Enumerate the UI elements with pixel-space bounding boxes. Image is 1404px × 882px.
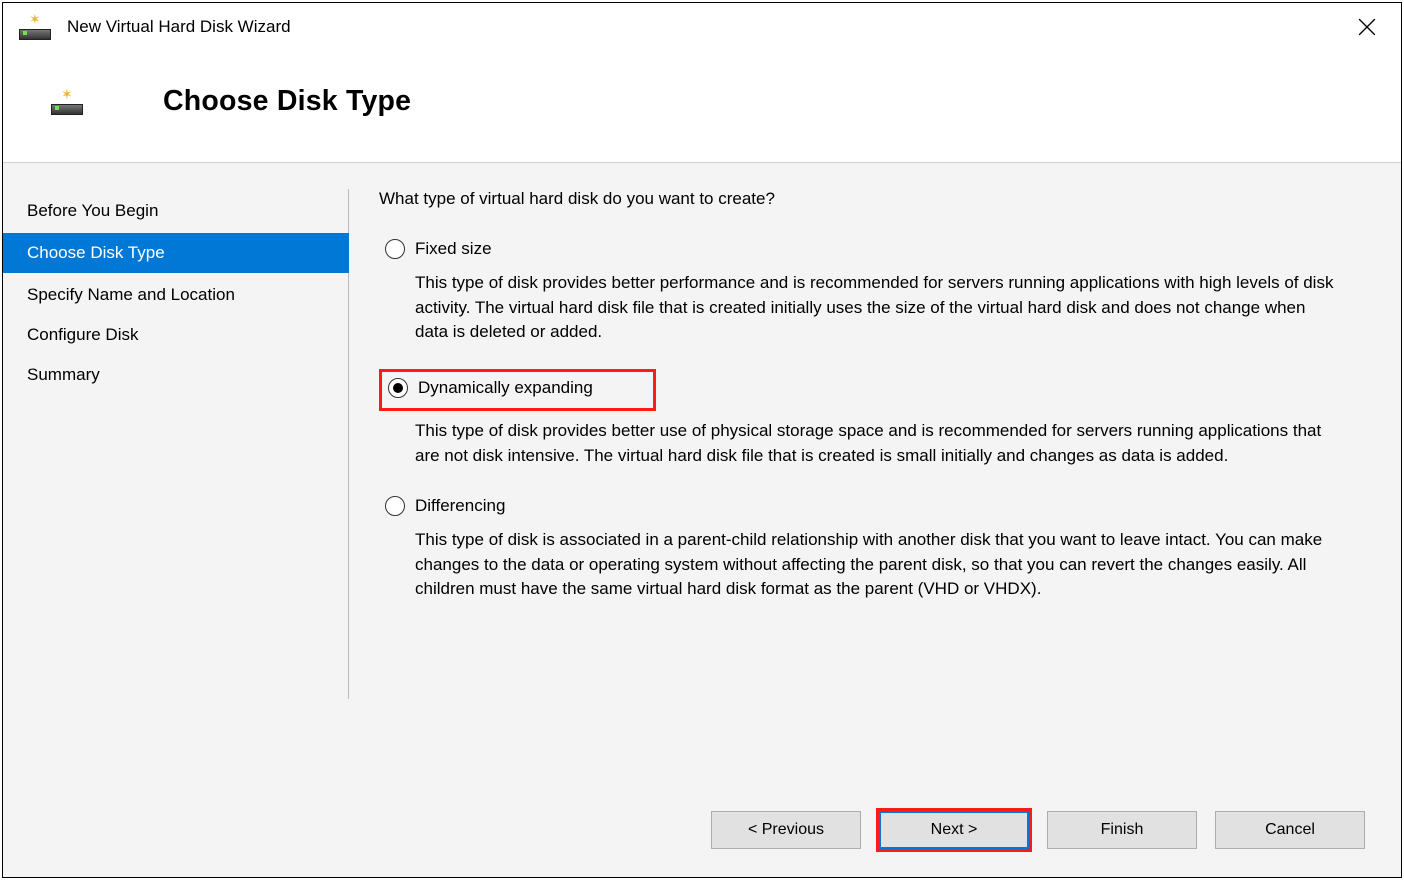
step-specify-name-location[interactable]: Specify Name and Location	[3, 277, 349, 313]
option-description: This type of disk provides better perfor…	[415, 271, 1335, 345]
cancel-button[interactable]: Cancel	[1215, 811, 1365, 849]
step-label: Configure Disk	[27, 325, 139, 344]
option-description: This type of disk provides better use of…	[415, 419, 1335, 468]
titlebar: ✶ New Virtual Hard Disk Wizard	[3, 3, 1401, 51]
option-differencing: Differencing This type of disk is associ…	[379, 492, 1363, 602]
wizard-window: ✶ New Virtual Hard Disk Wizard ✶ Choose …	[2, 2, 1402, 878]
next-button[interactable]: Next >	[879, 811, 1029, 849]
wizard-page-body: What type of virtual hard disk do you wa…	[349, 163, 1401, 784]
step-before-you-begin[interactable]: Before You Begin	[3, 193, 349, 229]
option-label[interactable]: Fixed size	[415, 239, 492, 259]
option-dynamically-expanding: Dynamically expanding This type of disk …	[379, 369, 1363, 468]
wizard-header: ✶ Choose Disk Type	[3, 51, 1401, 162]
step-label: Choose Disk Type	[27, 243, 165, 262]
previous-button[interactable]: < Previous	[711, 811, 861, 849]
step-label: Summary	[27, 365, 100, 384]
radio-differencing[interactable]	[385, 496, 405, 516]
finish-button[interactable]: Finish	[1047, 811, 1197, 849]
radio-fixed-size[interactable]	[385, 239, 405, 259]
option-label[interactable]: Dynamically expanding	[418, 378, 593, 398]
close-icon[interactable]	[1347, 11, 1387, 43]
step-configure-disk[interactable]: Configure Disk	[3, 317, 349, 353]
step-label: Before You Begin	[27, 201, 158, 220]
disk-icon: ✶	[19, 14, 53, 40]
window-title: New Virtual Hard Disk Wizard	[67, 17, 291, 37]
step-label: Specify Name and Location	[27, 285, 235, 304]
disk-icon: ✶	[51, 89, 85, 115]
option-description: This type of disk is associated in a par…	[415, 528, 1335, 602]
step-choose-disk-type[interactable]: Choose Disk Type	[3, 233, 349, 273]
wizard-footer: < Previous Next > Finish Cancel	[3, 784, 1401, 877]
wizard-steps-sidebar: Before You Begin Choose Disk Type Specif…	[3, 163, 349, 784]
content-area: Before You Begin Choose Disk Type Specif…	[3, 162, 1401, 784]
option-label[interactable]: Differencing	[415, 496, 505, 516]
option-fixed-size: Fixed size This type of disk provides be…	[379, 235, 1363, 345]
step-summary[interactable]: Summary	[3, 357, 349, 393]
prompt-text: What type of virtual hard disk do you wa…	[379, 189, 1363, 209]
page-title: Choose Disk Type	[163, 85, 411, 118]
radio-dynamically-expanding[interactable]	[388, 378, 408, 398]
